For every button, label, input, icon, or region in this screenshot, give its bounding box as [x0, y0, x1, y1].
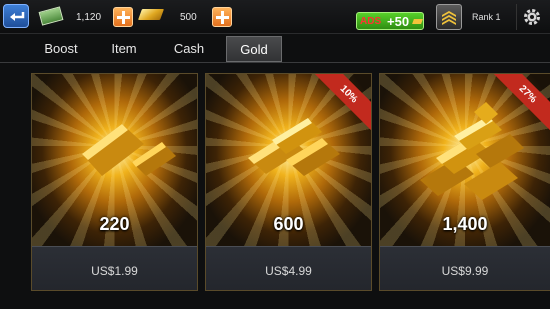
gold-offer-card[interactable]: 600 US$4.99 10%: [205, 73, 372, 291]
buy-button[interactable]: US$1.99: [32, 246, 197, 290]
offer-amount: 600: [273, 214, 304, 234]
tab-item[interactable]: Item: [104, 36, 144, 62]
ads-reward: +50: [387, 14, 410, 29]
buy-button[interactable]: US$9.99: [380, 246, 550, 290]
offer-price: US$4.99: [265, 264, 312, 278]
back-arrow-icon: [10, 12, 25, 21]
watch-ads-button[interactable]: ADS +50: [356, 12, 424, 30]
tab-cash[interactable]: Cash: [166, 36, 212, 62]
gold-bar-icon: [137, 9, 165, 20]
buy-button[interactable]: US$4.99: [206, 246, 371, 290]
cash-balance: 1,120: [76, 12, 102, 23]
gold-offer-card[interactable]: 220 US$1.99: [31, 73, 198, 291]
tab-boost[interactable]: Boost: [36, 36, 86, 62]
rank-badge[interactable]: [436, 4, 462, 30]
offer-amount: 1,400: [442, 214, 488, 234]
rank-chevron-icon: [442, 11, 456, 25]
offer-price: US$1.99: [91, 264, 138, 278]
offer-price: US$9.99: [441, 264, 489, 278]
settings-button[interactable]: [516, 4, 546, 30]
tabs-divider: [0, 62, 550, 63]
back-button[interactable]: [3, 4, 29, 28]
tab-gold[interactable]: Gold: [226, 36, 282, 62]
gold-balance: 500: [180, 12, 197, 23]
cash-icon: [38, 6, 64, 26]
add-cash-button[interactable]: [113, 7, 133, 27]
shop-tabs: Boost Item Cash Gold: [0, 36, 550, 62]
gold-bar-icon: [412, 19, 423, 24]
ads-tag: ADS: [360, 16, 382, 27]
rank-label: Rank 1: [472, 12, 501, 22]
gold-bars-icon: [82, 124, 176, 176]
bottom-strip: [0, 291, 550, 309]
top-bar: 1,120 500 ADS +50 Rank 1: [0, 0, 550, 34]
gear-icon: [524, 9, 540, 25]
offer-amount: 220: [99, 214, 130, 234]
gold-offer-card[interactable]: 1,400 US$9.99 27%: [379, 73, 550, 291]
add-gold-button[interactable]: [212, 7, 232, 27]
